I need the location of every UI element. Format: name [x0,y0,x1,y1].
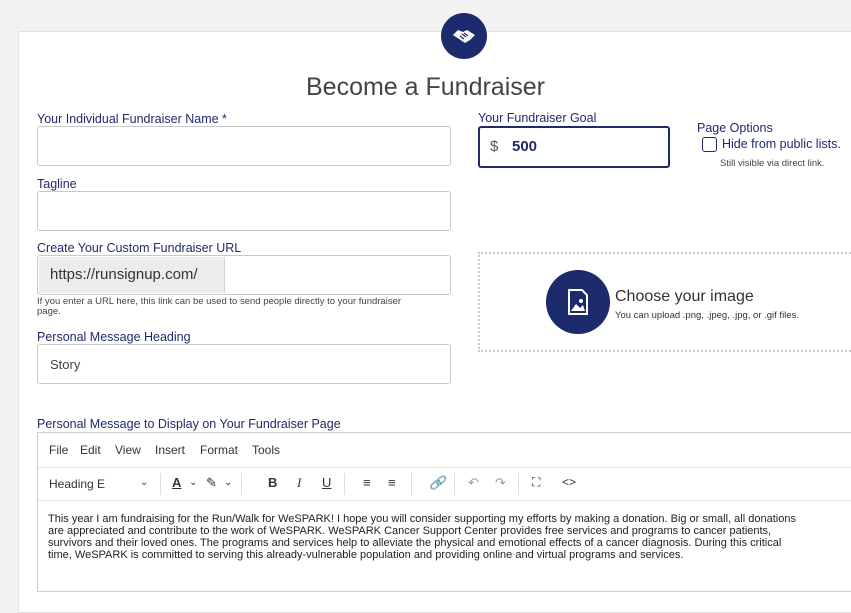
source-code-icon[interactable]: <> [562,475,576,489]
content-line: This year I am fundraising for the Run/W… [48,513,796,525]
menu-format[interactable]: Format [200,443,238,457]
page-options-label: Page Options [697,121,773,135]
toolbar-divider [160,473,161,495]
rich-text-editor[interactable]: File Edit View Insert Format Tools Headi… [37,432,851,592]
menu-tools[interactable]: Tools [252,443,280,457]
message-heading-input[interactable]: Story [37,344,451,384]
url-help-text: If you enter a URL here, this link can b… [37,296,402,317]
editor-menubar: File Edit View Insert Format Tools [38,433,851,468]
menu-view[interactable]: View [115,443,141,457]
logo [441,13,487,59]
content-line: survivors and their loved ones. The prog… [48,537,782,549]
chevron-down-icon[interactable]: ⌄ [140,477,148,488]
tagline-label: Tagline [37,177,77,191]
page-title: Become a Fundraiser [305,73,545,101]
image-dropzone[interactable]: Choose your image You can upload .png, .… [478,252,851,352]
undo-icon[interactable]: ↶ [468,475,479,491]
handshake-icon [453,30,475,43]
bold-icon[interactable]: B [268,475,277,490]
redo-icon[interactable]: ↷ [495,475,506,491]
menu-insert[interactable]: Insert [155,443,185,457]
editor-toolbar: Heading E ⌄ A ⌄ ✎ ⌄ B I U ≡ ≡ 🔗 ↶ ↷ ⛶ <> [38,467,851,501]
toolbar-divider [241,473,242,495]
currency-symbol: $ [490,138,499,155]
link-icon[interactable]: 🔗 [429,475,445,491]
goal-input[interactable]: $ 500 [478,126,670,168]
choose-image-title: Choose your image [615,288,754,305]
url-prefix: https://runsignup.com/ [39,257,225,293]
chevron-down-icon[interactable]: ⌄ [189,477,197,488]
image-upload-icon [546,270,610,334]
hide-note: Still visible via direct link. [720,158,825,169]
toolbar-divider [411,473,412,495]
custom-url-input[interactable]: https://runsignup.com/ [37,255,451,295]
toolbar-divider [344,473,345,495]
block-format-select[interactable]: Heading E [49,477,105,491]
hide-from-lists-label[interactable]: Hide from public lists. [722,137,841,151]
toolbar-divider [518,473,519,495]
bullet-list-icon[interactable]: ≡ [363,475,371,490]
custom-url-label: Create Your Custom Fundraiser URL [37,241,242,255]
tagline-input[interactable] [37,191,451,231]
fundraiser-name-label: Your Individual Fundraiser Name * [37,112,227,126]
chevron-down-icon[interactable]: ⌄ [224,477,232,488]
text-color-icon[interactable]: A [172,475,181,490]
personal-message-label: Personal Message to Display on Your Fund… [37,417,341,431]
fullscreen-icon[interactable]: ⛶ [532,475,540,490]
hide-from-lists-checkbox[interactable] [702,137,717,152]
menu-edit[interactable]: Edit [80,443,101,457]
goal-value: 500 [512,138,538,155]
content-line: time, WeSPARK is committed to serving th… [48,549,684,561]
message-heading-value: Story [50,357,81,372]
italic-icon[interactable]: I [297,475,301,491]
content-line: are appreciated and contribute to the wo… [48,525,772,537]
numbered-list-icon[interactable]: ≡ [388,475,396,490]
menu-file[interactable]: File [49,443,68,457]
toolbar-divider [454,473,455,495]
editor-content[interactable]: This year I am fundraising for the Run/W… [48,513,851,561]
underline-icon[interactable]: U [322,475,331,490]
choose-image-subtitle: You can upload .png, .jpeg, .jpg, or .gi… [615,310,799,321]
fundraiser-name-input[interactable] [37,126,451,166]
goal-label: Your Fundraiser Goal [478,111,597,125]
message-heading-label: Personal Message Heading [37,330,191,344]
highlight-color-icon[interactable]: ✎ [206,475,217,491]
